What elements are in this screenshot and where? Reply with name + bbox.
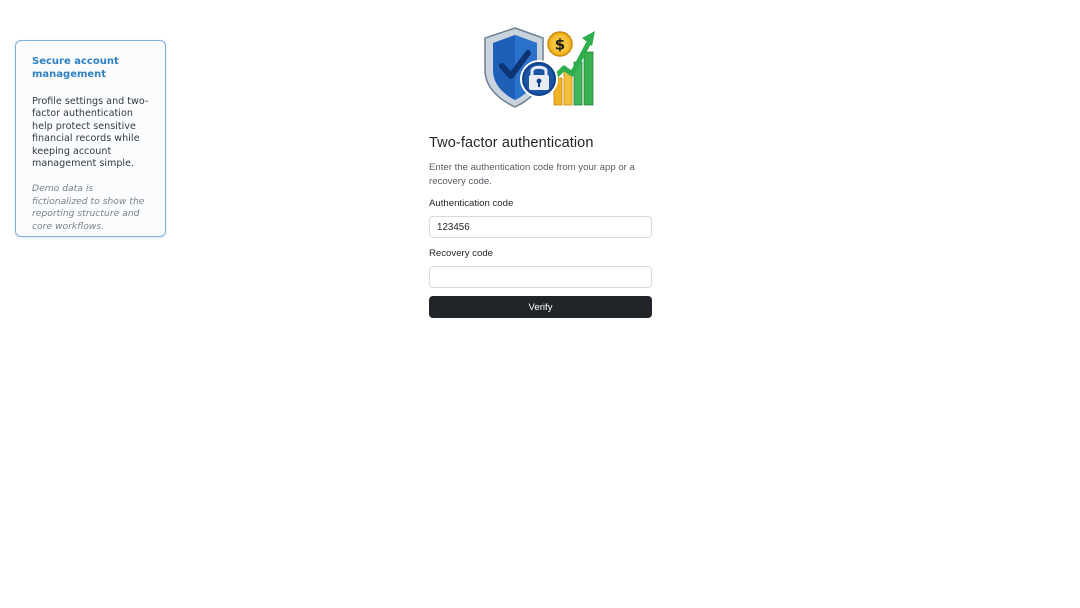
page-title: Two-factor authentication <box>429 135 594 151</box>
verify-button[interactable]: Verify <box>429 296 652 318</box>
info-card-note: Demo data is fictionalized to show the r… <box>32 183 145 232</box>
recovery-code-input[interactable] <box>429 266 652 288</box>
two-factor-form: Two-factor authentication Enter the auth… <box>429 134 652 318</box>
form-description: Enter the authentication code from your … <box>429 162 635 187</box>
auth-code-label: Authentication code <box>429 198 514 209</box>
svg-text:$: $ <box>555 36 565 54</box>
page: Secure account management Profile settin… <box>0 0 1080 608</box>
info-card-body: Profile settings and two-factor authenti… <box>32 96 149 170</box>
shield-lock-dollar-growth-icon: $ <box>480 26 598 110</box>
info-card: Secure account management Profile settin… <box>15 40 166 237</box>
auth-code-input[interactable] <box>429 216 652 238</box>
info-card-title: Secure account management <box>32 56 119 80</box>
recovery-code-label: Recovery code <box>429 248 493 259</box>
